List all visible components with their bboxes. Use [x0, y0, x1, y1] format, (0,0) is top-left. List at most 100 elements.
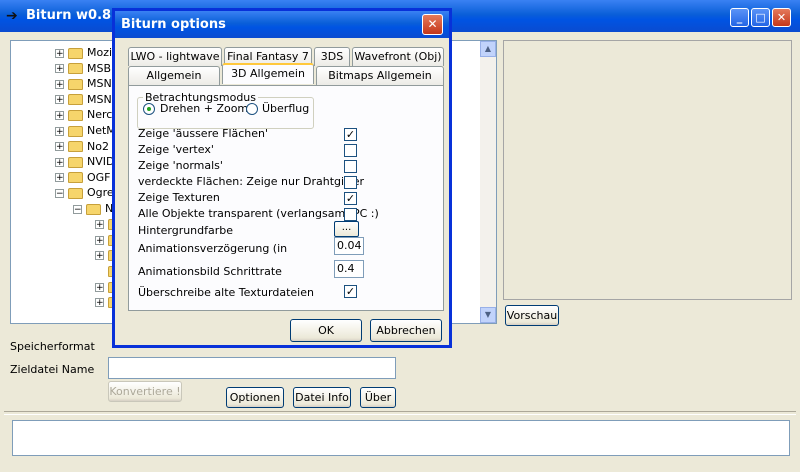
tree-item[interactable]: + NetM — [55, 123, 116, 139]
tree-item[interactable]: + No2 — [55, 139, 109, 155]
folder-icon — [68, 78, 83, 90]
dialog-close-button[interactable]: ✕ — [422, 14, 443, 35]
expand-icon[interactable]: + — [95, 235, 104, 245]
tree-item[interactable]: − N — [73, 201, 113, 217]
expand-icon[interactable]: + — [95, 251, 104, 261]
app-arrow-icon: ➔ — [6, 8, 18, 24]
expand-icon[interactable]: + — [95, 282, 104, 292]
option-label: Zeige Texturen — [138, 191, 220, 204]
options-button[interactable]: Optionen — [226, 387, 284, 408]
folder-icon — [68, 141, 83, 153]
separator — [4, 411, 796, 415]
expand-icon[interactable]: + — [55, 126, 64, 136]
tab-bitmaps-general[interactable]: Bitmaps Allgemein — [316, 66, 444, 85]
anim-delay-input[interactable]: 0.04 — [334, 237, 364, 255]
tree-item[interactable]: + Mozi — [55, 45, 112, 61]
expand-icon[interactable]: + — [55, 95, 64, 105]
option-checkbox[interactable] — [344, 176, 357, 189]
preview-pane — [503, 40, 792, 300]
preview-button[interactable]: Vorschau — [505, 305, 559, 326]
tree-item-label: MSB — [87, 61, 112, 75]
folder-icon — [68, 63, 83, 75]
tree-item-label: MSN — [87, 92, 112, 106]
tree-item-label: Ogre — [87, 186, 114, 200]
expand-icon[interactable]: + — [55, 79, 64, 89]
folder-icon — [68, 94, 83, 106]
radio-flyover-label: Überflug — [262, 102, 310, 115]
tree-item-label: Mozi — [87, 46, 113, 59]
tree-item[interactable]: + Nerc — [55, 107, 112, 123]
tree-item[interactable]: + MSB — [55, 61, 111, 77]
options-dialog: Biturn options ✕ LWO - lightwave Final F… — [112, 8, 452, 348]
folder-icon — [68, 156, 83, 168]
tree-item[interactable]: − Ogre — [55, 185, 114, 201]
minimize-button[interactable]: _ — [730, 8, 749, 27]
tree-item[interactable]: + OGF — [55, 170, 111, 186]
anim-step-label: Animationsbild Schrittrate — [138, 265, 282, 278]
folder-icon — [68, 47, 83, 59]
expand-icon[interactable]: + — [55, 110, 64, 120]
option-label: Zeige 'normals' — [138, 159, 223, 172]
tab-3d-general[interactable]: 3D Allgemein — [222, 63, 314, 84]
option-label: Zeige 'äussere Flächen' — [138, 127, 269, 140]
save-format-label: Speicherformat — [10, 340, 95, 353]
radio-rotate-zoom[interactable] — [143, 103, 155, 115]
folder-icon — [68, 125, 83, 137]
tree-scrollbar[interactable]: ▲ ▼ — [480, 41, 496, 323]
main-window-title: Biturn w0.88 — [26, 8, 121, 23]
expand-icon[interactable]: + — [55, 157, 64, 167]
option-checkbox[interactable] — [344, 208, 357, 221]
folder-icon — [86, 203, 101, 215]
cancel-button[interactable]: Abbrechen — [370, 319, 442, 342]
option-checkbox[interactable]: ✓ — [344, 128, 357, 141]
option-checkbox[interactable]: ✓ — [344, 192, 357, 205]
tab-lwo[interactable]: LWO - lightwave — [128, 47, 222, 66]
radio-flyover[interactable] — [246, 103, 258, 115]
tree-item-label: No2 — [87, 139, 109, 153]
expand-icon[interactable]: + — [95, 298, 104, 308]
option-label: verdeckte Flächen: Zeige nur Drahtgitter — [138, 175, 364, 188]
anim-step-input[interactable]: 0.4 — [334, 260, 364, 278]
tree-item-label: OGF — [87, 170, 111, 184]
ok-button[interactable]: OK — [290, 319, 362, 342]
folder-icon — [68, 187, 83, 199]
scroll-up-arrow-icon[interactable]: ▲ — [480, 41, 496, 57]
tree-item-label: NVID — [87, 155, 115, 169]
tab-wavefront[interactable]: Wavefront (Obj) — [352, 47, 444, 66]
anim-delay-label: Animationsverzögerung (in — [138, 242, 288, 255]
expand-icon[interactable]: + — [95, 220, 104, 230]
collapse-icon[interactable]: − — [55, 188, 64, 198]
maximize-button[interactable]: □ — [751, 8, 770, 27]
file-info-button[interactable]: Datei Info — [293, 387, 351, 408]
tab-general[interactable]: Allgemein — [128, 66, 220, 85]
option-label: Zeige 'vertex' — [138, 143, 214, 156]
option-checkbox[interactable] — [344, 144, 357, 157]
dialog-title: Biturn options — [121, 17, 226, 32]
status-box — [12, 420, 790, 456]
target-file-input[interactable] — [108, 357, 396, 379]
dialog-title-bar: Biturn options ✕ — [115, 11, 449, 38]
tree-item[interactable]: + MSN — [55, 92, 112, 108]
background-color-button[interactable]: ... — [334, 221, 359, 237]
collapse-icon[interactable]: − — [73, 204, 82, 214]
expand-icon[interactable]: + — [55, 173, 64, 183]
convert-button[interactable]: Konvertiere ! — [108, 381, 182, 402]
option-label: Alle Objekte transparent (verlangsamt PC… — [138, 207, 379, 220]
scroll-down-arrow-icon[interactable]: ▼ — [480, 307, 496, 323]
about-button[interactable]: Über — [360, 387, 396, 408]
tab-3ds[interactable]: 3DS — [314, 47, 350, 66]
expand-icon[interactable]: + — [55, 48, 64, 58]
radio-rotate-zoom-label: Drehen + Zoom — [160, 102, 249, 115]
target-file-label: Zieldatei Name — [10, 363, 95, 376]
option-checkbox[interactable] — [344, 160, 357, 173]
overwrite-textures-checkbox[interactable]: ✓ — [344, 285, 357, 298]
expand-icon[interactable]: + — [55, 142, 64, 152]
background-color-label: Hintergrundfarbe — [138, 224, 234, 237]
tree-item[interactable]: + NVID — [55, 154, 114, 170]
tree-item-label: Nerc — [87, 108, 113, 122]
expand-icon[interactable]: + — [55, 64, 64, 74]
folder-icon — [68, 172, 83, 184]
close-button[interactable]: ✕ — [772, 8, 791, 27]
tree-item[interactable]: + MSN — [55, 76, 112, 92]
overwrite-textures-label: Überschreibe alte Texturdateien — [138, 286, 314, 299]
